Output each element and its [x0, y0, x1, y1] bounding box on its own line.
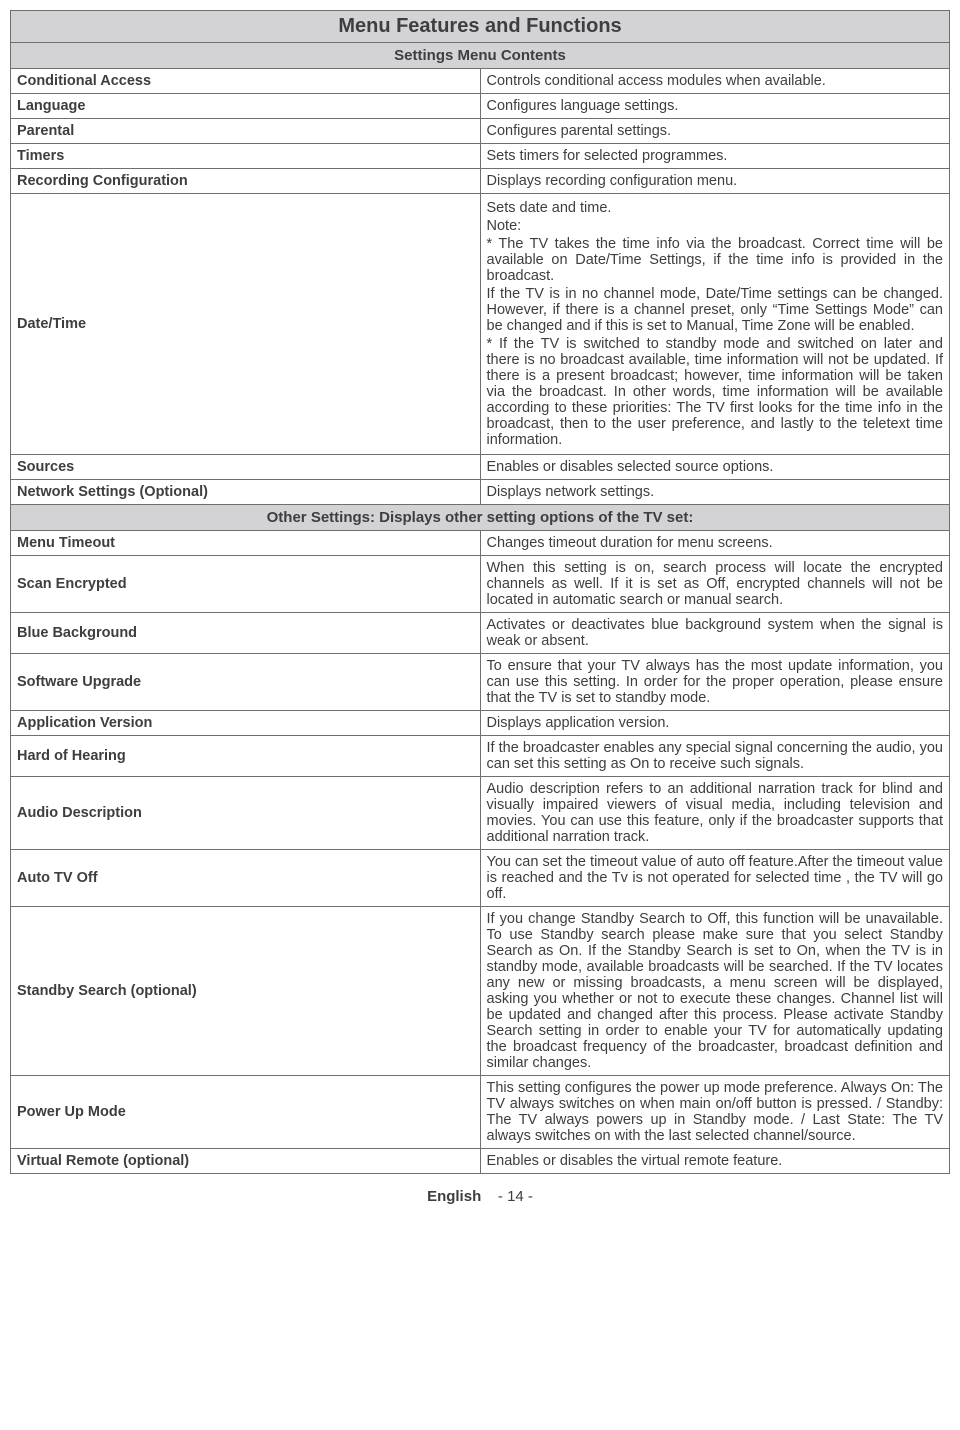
setting-label: Network Settings (Optional) [11, 480, 481, 505]
table-row: Scan EncryptedWhen this setting is on, s… [11, 556, 950, 613]
footer-language: English [427, 1188, 481, 1205]
settings-table: Menu Features and Functions Settings Men… [10, 10, 950, 1174]
setting-desc: To ensure that your TV always has the mo… [480, 654, 950, 711]
setting-desc: Displays recording configuration menu. [480, 169, 950, 194]
table-row: Menu TimeoutChanges timeout duration for… [11, 531, 950, 556]
setting-desc: Configures parental settings. [480, 119, 950, 144]
setting-label: Date/Time [11, 194, 481, 455]
section-header: Other Settings: Displays other setting o… [11, 505, 950, 531]
section-header: Settings Menu Contents [11, 43, 950, 69]
setting-label: Software Upgrade [11, 654, 481, 711]
setting-desc: If you change Standby Search to Off, thi… [480, 907, 950, 1076]
setting-desc: You can set the timeout value of auto of… [480, 850, 950, 907]
table-row: LanguageConfigures language settings. [11, 94, 950, 119]
setting-label: Language [11, 94, 481, 119]
setting-label: Sources [11, 455, 481, 480]
table-row: Audio DescriptionAudio description refer… [11, 777, 950, 850]
setting-label: Standby Search (optional) [11, 907, 481, 1076]
setting-desc: Sets timers for selected programmes. [480, 144, 950, 169]
desc-line: Sets date and time. [487, 200, 944, 216]
setting-label: Power Up Mode [11, 1076, 481, 1149]
setting-label: Timers [11, 144, 481, 169]
table-row: Auto TV OffYou can set the timeout value… [11, 850, 950, 907]
setting-desc: This setting configures the power up mod… [480, 1076, 950, 1149]
page-footer: English - 14 - [10, 1188, 950, 1205]
setting-desc: If the broadcaster enables any special s… [480, 736, 950, 777]
setting-label: Blue Background [11, 613, 481, 654]
setting-label: Conditional Access [11, 69, 481, 94]
desc-line: * The TV takes the time info via the bro… [487, 236, 944, 284]
setting-desc: Displays application version. [480, 711, 950, 736]
table-row: Application VersionDisplays application … [11, 711, 950, 736]
setting-desc: Audio description refers to an additiona… [480, 777, 950, 850]
table-row: Recording ConfigurationDisplays recordin… [11, 169, 950, 194]
table-row: Date/Time Sets date and time. Note: * Th… [11, 194, 950, 455]
setting-label: Parental [11, 119, 481, 144]
table-row: Hard of HearingIf the broadcaster enable… [11, 736, 950, 777]
table-row: Standby Search (optional)If you change S… [11, 907, 950, 1076]
setting-desc: Controls conditional access modules when… [480, 69, 950, 94]
table-row: ParentalConfigures parental settings. [11, 119, 950, 144]
footer-page: - 14 - [498, 1188, 533, 1205]
table-row: Blue BackgroundActivates or deactivates … [11, 613, 950, 654]
setting-label: Virtual Remote (optional) [11, 1149, 481, 1174]
setting-desc: Changes timeout duration for menu screen… [480, 531, 950, 556]
table-row: TimersSets timers for selected programme… [11, 144, 950, 169]
setting-label: Scan Encrypted [11, 556, 481, 613]
setting-label: Menu Timeout [11, 531, 481, 556]
table-row: Power Up ModeThis setting configures the… [11, 1076, 950, 1149]
setting-desc: When this setting is on, search process … [480, 556, 950, 613]
setting-label: Hard of Hearing [11, 736, 481, 777]
table-title: Menu Features and Functions [11, 11, 950, 43]
setting-desc: Enables or disables the virtual remote f… [480, 1149, 950, 1174]
setting-label: Application Version [11, 711, 481, 736]
setting-desc: Enables or disables selected source opti… [480, 455, 950, 480]
table-row: Software UpgradeTo ensure that your TV a… [11, 654, 950, 711]
table-row: Virtual Remote (optional)Enables or disa… [11, 1149, 950, 1174]
setting-desc: Activates or deactivates blue background… [480, 613, 950, 654]
table-row: SourcesEnables or disables selected sour… [11, 455, 950, 480]
desc-line: * If the TV is switched to standby mode … [487, 336, 944, 448]
setting-desc: Configures language settings. [480, 94, 950, 119]
setting-label: Recording Configuration [11, 169, 481, 194]
table-row: Network Settings (Optional)Displays netw… [11, 480, 950, 505]
setting-desc: Displays network settings. [480, 480, 950, 505]
setting-desc: Sets date and time. Note: * The TV takes… [480, 194, 950, 455]
table-row: Conditional AccessControls conditional a… [11, 69, 950, 94]
desc-line: If the TV is in no channel mode, Date/Ti… [487, 286, 944, 334]
desc-line: Note: [487, 218, 944, 234]
setting-label: Auto TV Off [11, 850, 481, 907]
setting-label: Audio Description [11, 777, 481, 850]
